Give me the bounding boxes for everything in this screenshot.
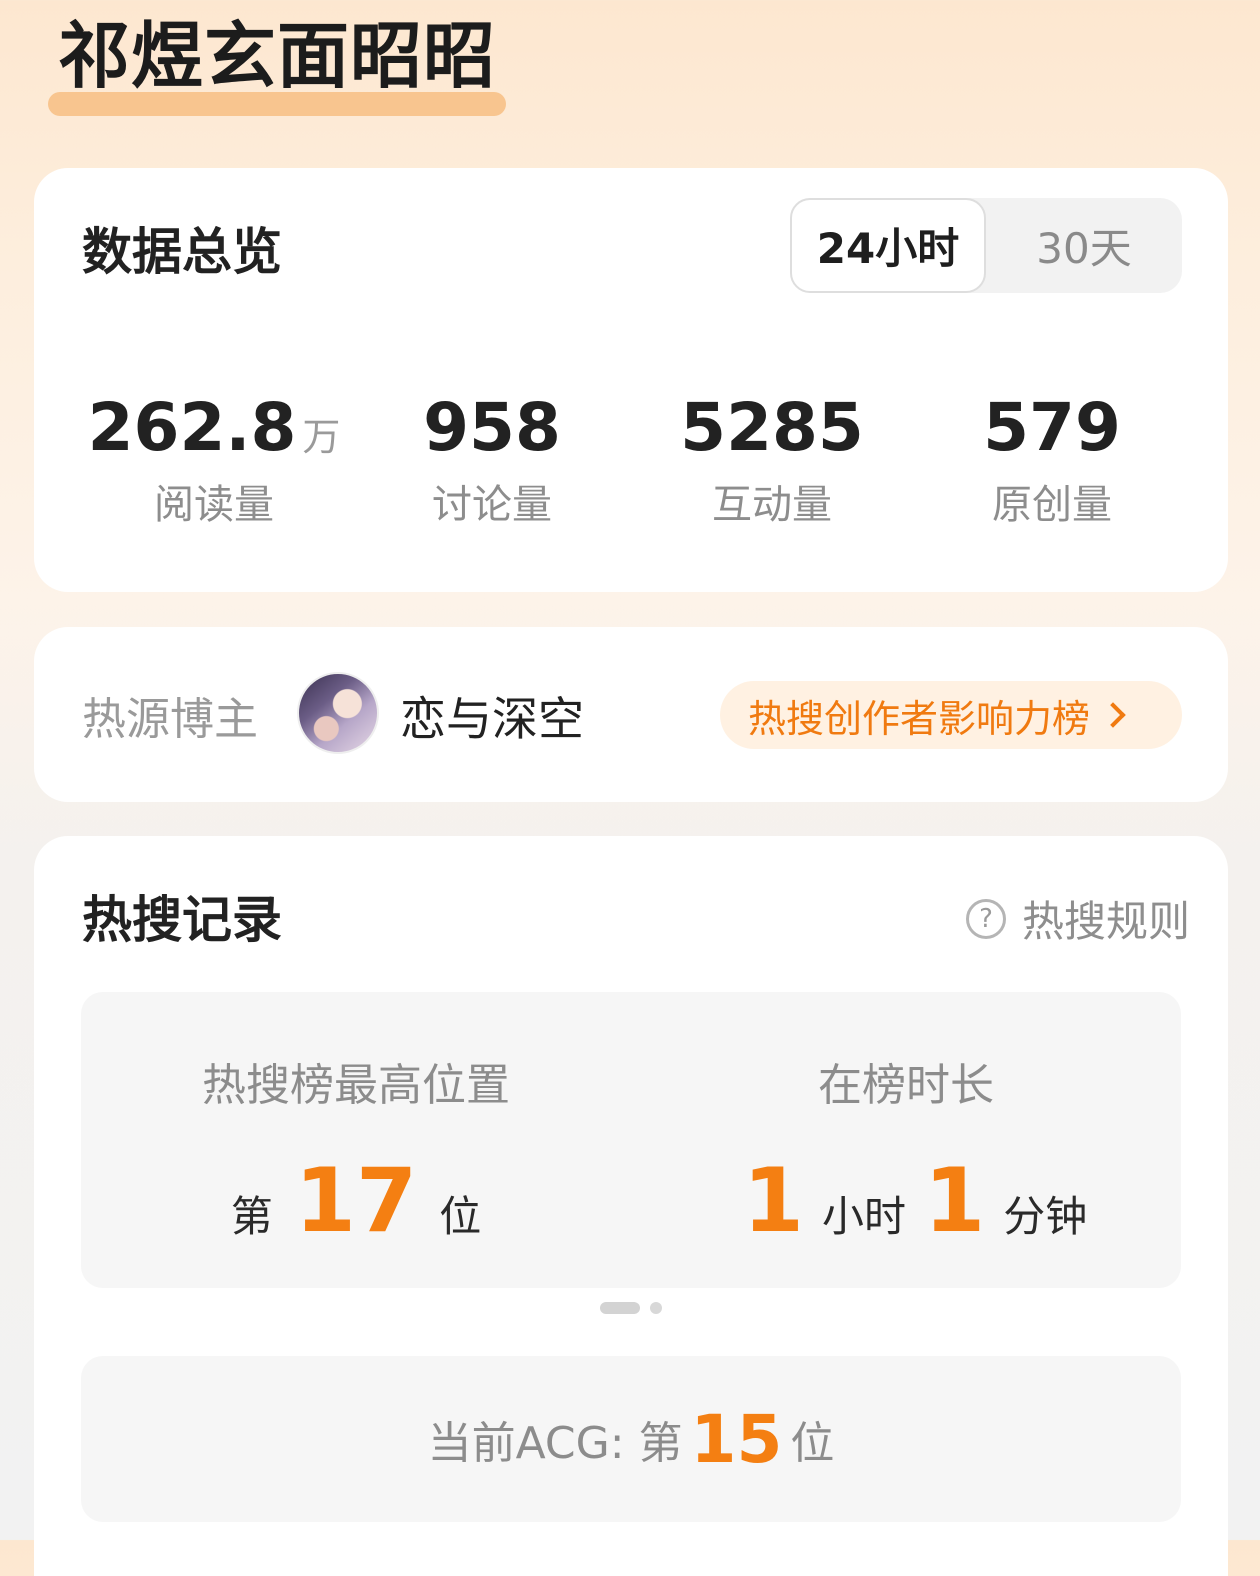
peak-position: 热搜榜最高位置 第 17 位	[121, 1056, 591, 1246]
current-acg-suffix: 位	[790, 1418, 835, 1469]
current-acg-value: 15	[690, 1400, 783, 1478]
stat-original: 579 原创量	[912, 390, 1192, 530]
tab-24-hours[interactable]: 24小时	[790, 198, 986, 293]
duration-hours-unit: 小时	[821, 1192, 906, 1241]
influence-ranking-label: 热搜创作者影响力榜	[748, 696, 1091, 741]
duration-hours: 1	[742, 1149, 804, 1252]
duration-minutes-unit: 分钟	[1003, 1192, 1088, 1241]
stat-discussions: 958 讨论量	[352, 390, 632, 530]
question-icon: ?	[965, 898, 1006, 939]
stat-interactions-label: 互动量	[712, 482, 832, 528]
stat-discussions-value: 958	[423, 389, 561, 466]
time-range-toggle: 24小时 30天	[790, 198, 1182, 293]
influence-ranking-button[interactable]: 热搜创作者影响力榜	[720, 681, 1182, 749]
hot-search-records-card: 热搜记录 ? 热搜规则 热搜榜最高位置 第 17 位 在榜时长 1 小时 1 分…	[34, 836, 1228, 1576]
stat-original-label: 原创量	[992, 482, 1112, 528]
page-dot-inactive[interactable]	[650, 1302, 662, 1314]
data-overview-card: 数据总览 24小时 30天 262.8 万 阅读量 958 讨论量 5285 互…	[34, 168, 1228, 592]
peak-suffix: 位	[439, 1192, 482, 1241]
peak-value: 17	[294, 1149, 418, 1252]
rules-label: 热搜规则	[1021, 897, 1190, 946]
duration-minutes: 1	[924, 1149, 986, 1252]
time-on-list: 在榜时长 1 小时 1 分钟	[661, 1056, 1151, 1246]
topic-title: 祁煜玄面昭昭	[48, 14, 507, 116]
stat-reads: 262.8 万 阅读量	[74, 390, 354, 530]
record-summary-panel: 热搜榜最高位置 第 17 位 在榜时长 1 小时 1 分钟	[81, 992, 1181, 1288]
source-blogger-card: 热源博主 恋与深空 热搜创作者影响力榜	[34, 627, 1228, 802]
avatar[interactable]	[297, 672, 379, 754]
page-indicator	[34, 1302, 1228, 1314]
records-heading: 热搜记录	[82, 891, 282, 949]
time-on-list-label: 在榜时长	[818, 1060, 994, 1111]
stat-interactions-value: 5285	[680, 389, 864, 466]
current-acg-prefix: 第	[638, 1418, 683, 1469]
stat-reads-label: 阅读量	[154, 482, 274, 528]
overview-heading: 数据总览	[82, 223, 282, 281]
page-dot-active[interactable]	[600, 1302, 640, 1314]
peak-position-label: 热搜榜最高位置	[202, 1060, 510, 1111]
stat-reads-unit: 万	[302, 415, 341, 459]
source-blogger-name[interactable]: 恋与深空	[400, 683, 584, 749]
chevron-right-icon	[1100, 702, 1126, 728]
tab-30-days[interactable]: 30天	[986, 198, 1182, 293]
peak-prefix: 第	[230, 1192, 273, 1241]
current-acg-rank-panel: 当前ACG: 第 15 位	[81, 1356, 1181, 1522]
stat-interactions: 5285 互动量	[632, 390, 912, 530]
source-blogger-label: 热源博主	[82, 694, 258, 745]
stat-discussions-label: 讨论量	[432, 482, 552, 528]
stat-reads-value: 262.8	[87, 389, 297, 466]
current-acg-label: 当前ACG:	[427, 1418, 625, 1469]
stat-original-value: 579	[983, 389, 1121, 466]
topic-title-text: 祁煜玄面昭昭	[58, 14, 497, 98]
hot-search-rules-link[interactable]: ? 热搜规则	[965, 888, 1190, 949]
